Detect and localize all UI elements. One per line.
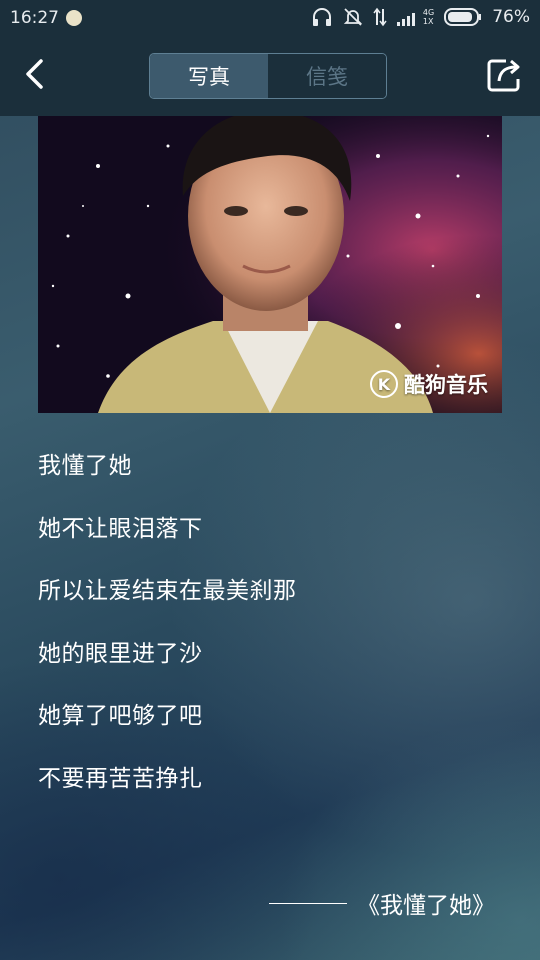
watermark: K 酷狗音乐 (370, 369, 488, 399)
top-nav-bar: 写真 信笺 (0, 38, 540, 116)
signal-icon: 4G 1X (396, 8, 435, 26)
status-icons: 4G 1X 76% (311, 7, 530, 27)
song-credit: 《我懂了她》 (269, 886, 495, 920)
headphones-icon (311, 7, 333, 27)
network-subtype: 1X (422, 17, 434, 26)
lyric-line: 所以让爱结束在最美刹那 (38, 578, 297, 604)
watermark-text: 酷狗音乐 (404, 373, 488, 397)
notification-icon (66, 10, 82, 26)
network-type: 4G (422, 8, 435, 17)
lyric-line: 她算了吧够了吧 (38, 703, 203, 729)
credit-dash (269, 902, 347, 904)
kugou-logo-icon: K (370, 370, 398, 398)
tab-photo[interactable]: 写真 (150, 54, 268, 98)
status-bar: 16:27 4G 1X 76% (0, 0, 540, 38)
share-button[interactable] (484, 56, 526, 98)
artist-photo: K 酷狗音乐 (38, 116, 502, 413)
chevron-left-icon (23, 58, 45, 94)
battery-icon (444, 8, 482, 26)
lyric-line: 她的眼里进了沙 (38, 640, 203, 667)
back-button[interactable] (14, 56, 54, 96)
data-transfer-icon (373, 7, 387, 27)
tab-switcher: 写真 信笺 (149, 53, 387, 99)
status-time: 16:27 (10, 8, 59, 28)
share-icon (486, 57, 524, 97)
lyric-line: 我懂了她 (38, 453, 132, 479)
lyric-line: 她不让眼泪落下 (38, 515, 203, 542)
tab-letter[interactable]: 信笺 (268, 54, 386, 98)
lyrics-block: 我懂了她 她不让眼泪落下 所以让爱结束在最美刹那 她的眼里进了沙 她算了吧够了吧… (38, 448, 508, 823)
battery-percent: 76% (492, 7, 530, 27)
song-title: 《我懂了她》 (357, 893, 495, 919)
mute-alarm-icon (343, 7, 363, 27)
lyric-line: 不要再苦苦挣扎 (38, 765, 203, 792)
